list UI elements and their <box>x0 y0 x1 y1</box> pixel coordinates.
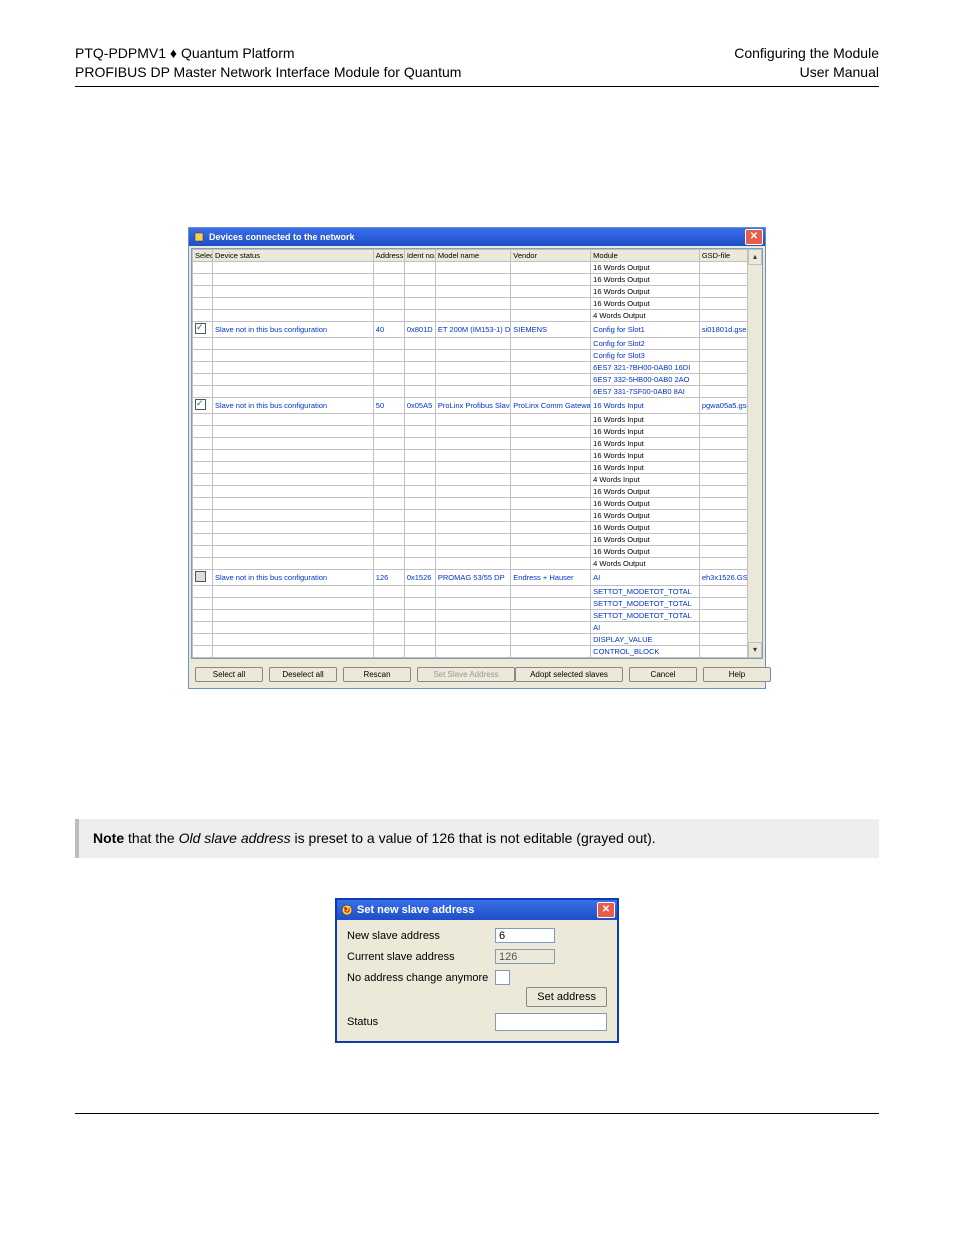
table-row[interactable]: 16 Words Output <box>193 261 762 273</box>
current-slave-address-label: Current slave address <box>347 951 495 963</box>
table-row[interactable]: SETTOT_MODETOT_TOTAL <box>193 597 762 609</box>
new-slave-address-label: New slave address <box>347 930 495 942</box>
rescan-button[interactable]: Rescan <box>343 667 411 682</box>
col-address[interactable]: Address <box>373 249 404 261</box>
svg-text:↻: ↻ <box>344 906 351 915</box>
close-icon[interactable]: ✕ <box>597 902 615 918</box>
scroll-up-icon[interactable]: ▴ <box>748 249 762 265</box>
close-icon[interactable]: ✕ <box>745 229 763 245</box>
table-row[interactable]: 16 Words Input <box>193 437 762 449</box>
col-ident-no[interactable]: Ident no. <box>404 249 435 261</box>
note-label: Note <box>93 830 124 846</box>
col-module[interactable]: Module <box>591 249 700 261</box>
table-row[interactable]: AI <box>193 621 762 633</box>
devices-grid-wrap: Select Device status Address Ident no. M… <box>191 248 763 659</box>
header-doctype: User Manual <box>734 63 879 82</box>
table-row[interactable]: Slave not in this bus configuration400x8… <box>193 321 762 337</box>
header-platform: ♦ Quantum Platform <box>166 45 295 61</box>
table-row[interactable]: 4 Words Output <box>193 309 762 321</box>
devices-dialog: Devices connected to the network ✕ Selec… <box>188 227 766 689</box>
header-subtitle-left: PROFIBUS DP Master Network Interface Mod… <box>75 63 461 82</box>
table-row[interactable]: 16 Words Input <box>193 413 762 425</box>
select-checkbox[interactable] <box>195 323 206 334</box>
table-row[interactable]: 16 Words Output <box>193 509 762 521</box>
table-row[interactable]: Slave not in this bus configuration1260x… <box>193 569 762 585</box>
table-row[interactable]: 16 Words Input <box>193 449 762 461</box>
select-checkbox[interactable] <box>195 399 206 410</box>
select-all-button[interactable]: Select all <box>195 667 263 682</box>
current-slave-address-input <box>495 949 555 964</box>
table-row[interactable]: SETTOT_MODETOT_TOTAL <box>193 585 762 597</box>
footer-divider <box>75 1113 879 1114</box>
devices-dialog-title: Devices connected to the network <box>209 232 355 242</box>
table-row[interactable]: 4 Words Output <box>193 557 762 569</box>
table-row[interactable]: SETTOT_MODETOT_TOTAL <box>193 609 762 621</box>
col-vendor[interactable]: Vendor <box>511 249 591 261</box>
devices-dialog-titlebar[interactable]: Devices connected to the network ✕ <box>189 228 765 246</box>
app-icon <box>193 231 205 243</box>
vertical-scrollbar[interactable]: ▴ ▾ <box>747 249 762 658</box>
table-row[interactable]: 16 Words Output <box>193 485 762 497</box>
new-slave-address-input[interactable] <box>495 928 555 943</box>
cancel-button[interactable]: Cancel <box>629 667 697 682</box>
select-checkbox[interactable] <box>195 571 206 582</box>
table-row[interactable]: 4 Words Input <box>193 473 762 485</box>
set-address-button[interactable]: Set address <box>526 987 607 1007</box>
table-row[interactable]: 16 Words Input <box>193 461 762 473</box>
page-header: PTQ-PDPMV1 ♦ Quantum Platform PROFIBUS D… <box>75 44 879 82</box>
table-row[interactable]: 6ES7 331-7SF00-0AB0 8AI <box>193 385 762 397</box>
no-address-change-checkbox[interactable] <box>495 970 510 985</box>
set-slave-title: Set new slave address <box>357 904 474 916</box>
set-slave-address-button[interactable]: Set Slave Address <box>417 667 515 682</box>
header-product: PTQ-PDPMV1 <box>75 45 166 61</box>
table-row[interactable]: Slave not in this bus configuration500x0… <box>193 397 762 413</box>
table-row[interactable]: 16 Words Output <box>193 545 762 557</box>
note-italic: Old slave address <box>179 830 291 846</box>
table-row[interactable]: DISPLAY_VALUE <box>193 633 762 645</box>
table-row[interactable]: 6ES7 332-5HB00-0AB0 2AO <box>193 373 762 385</box>
app-icon: ↻ <box>341 904 353 916</box>
table-row[interactable]: 6ES7 321-7BH00-0AB0 16DI <box>193 361 762 373</box>
table-row[interactable]: CONTROL_BLOCK <box>193 645 762 657</box>
deselect-all-button[interactable]: Deselect all <box>269 667 337 682</box>
set-slave-address-dialog: ↻ Set new slave address ✕ New slave addr… <box>335 898 619 1043</box>
table-row[interactable]: Config for Slot3 <box>193 349 762 361</box>
no-address-change-label: No address change anymore <box>347 972 495 984</box>
col-select[interactable]: Select <box>193 249 213 261</box>
table-row[interactable]: 16 Words Input <box>193 425 762 437</box>
table-row[interactable]: 16 Words Output <box>193 273 762 285</box>
set-slave-titlebar[interactable]: ↻ Set new slave address ✕ <box>337 900 617 920</box>
scroll-down-icon[interactable]: ▾ <box>748 642 762 658</box>
table-row[interactable]: Config for Slot2 <box>193 337 762 349</box>
table-row[interactable]: 16 Words Output <box>193 533 762 545</box>
table-row[interactable]: 16 Words Output <box>193 497 762 509</box>
note-text-b: is preset to a value of 126 that is not … <box>291 830 656 846</box>
adopt-selected-slaves-button[interactable]: Adopt selected slaves <box>515 667 623 682</box>
col-model-name[interactable]: Model name <box>435 249 510 261</box>
note-text-a: that the <box>124 830 178 846</box>
help-button[interactable]: Help <box>703 667 771 682</box>
table-row[interactable]: 16 Words Output <box>193 285 762 297</box>
devices-grid[interactable]: Select Device status Address Ident no. M… <box>192 249 762 658</box>
note-box: Note that the Old slave address is prese… <box>75 819 879 859</box>
table-row[interactable]: 16 Words Output <box>193 297 762 309</box>
col-device-status[interactable]: Device status <box>212 249 373 261</box>
status-label: Status <box>347 1016 495 1028</box>
header-section: Configuring the Module <box>734 44 879 63</box>
status-field <box>495 1013 607 1031</box>
table-row[interactable]: 16 Words Output <box>193 521 762 533</box>
devices-dialog-buttons: Select all Deselect all Rescan Set Slave… <box>189 659 765 688</box>
